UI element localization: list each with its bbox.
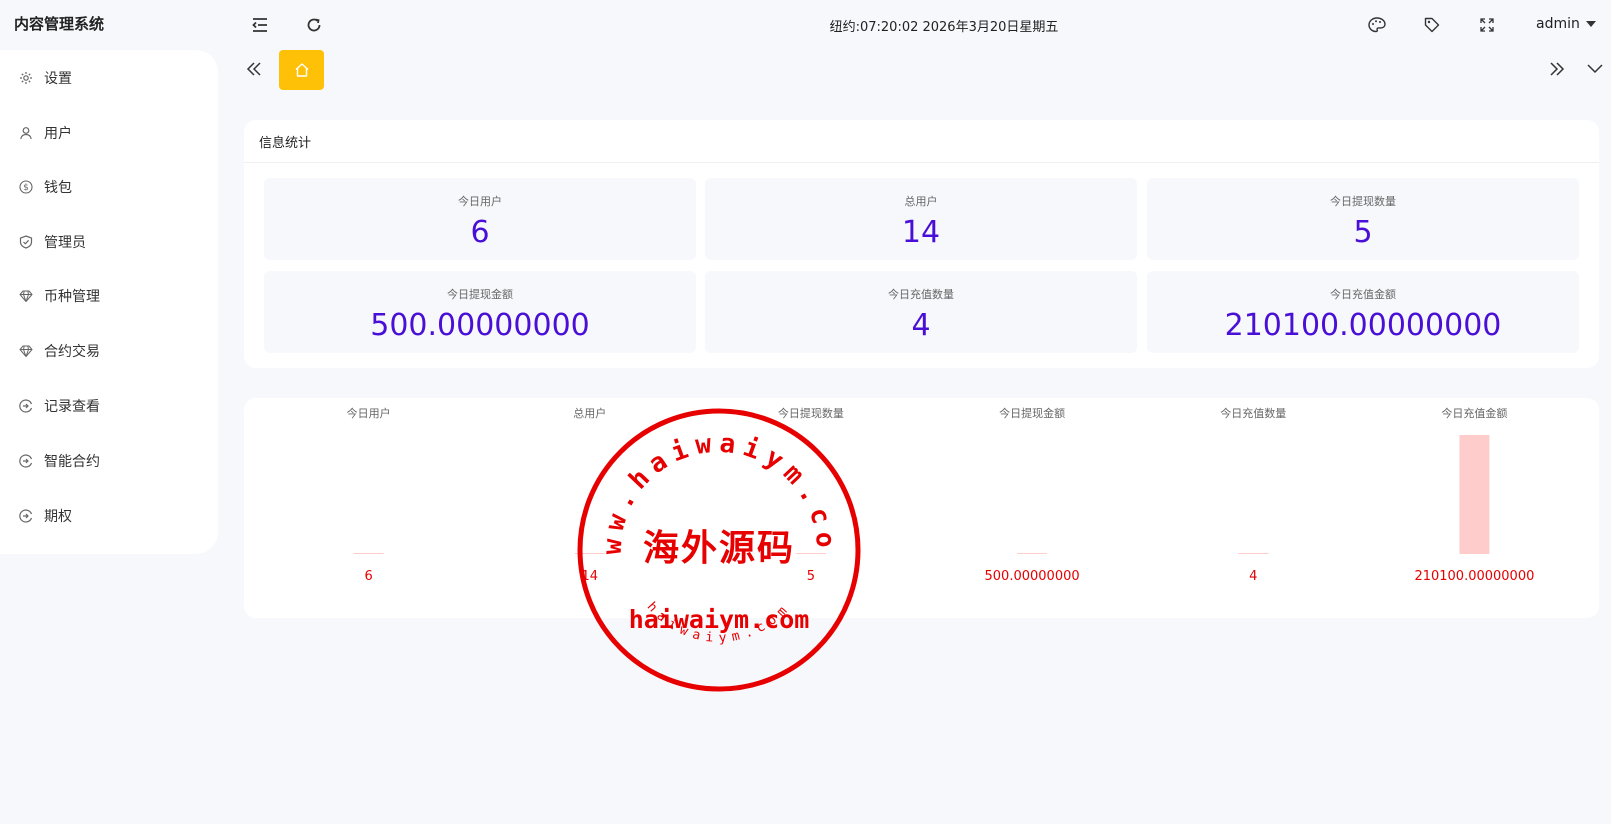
chart-bar: [1017, 553, 1048, 554]
stat-value: 14: [901, 215, 941, 250]
stat-value: 210100.00000000: [1224, 308, 1502, 343]
sidebar-item-contract-trade[interactable]: 合约交易: [0, 331, 218, 371]
chart-bar: [1238, 553, 1269, 554]
chart-category-label: 今日用户: [347, 406, 391, 420]
stat-label: 总用户: [904, 195, 938, 208]
sidebar-item-label: 用户: [44, 126, 72, 142]
tab-scroll-left-icon[interactable]: [243, 58, 265, 80]
sidebar-item-label: 合约交易: [44, 344, 100, 360]
home-icon: [295, 63, 308, 77]
stat-value: 5: [1353, 215, 1373, 250]
sidebar-item-label: 管理员: [44, 235, 86, 251]
sidebar-item-currency[interactable]: 币种管理: [0, 276, 218, 316]
svg-text:$: $: [23, 183, 29, 193]
stat-label: 今日充值数量: [888, 288, 954, 301]
stat-label: 今日用户: [458, 195, 502, 208]
sidebar-item-label: 智能合约: [44, 454, 100, 470]
shield-icon: [19, 235, 33, 249]
sidebar-item-settings[interactable]: 设置: [0, 58, 218, 98]
bar-chart: 今日用户6总用户14今日提现数量5今日提现金额500.00000000今日充值数…: [347, 406, 1535, 584]
tab-menu-chevron-down-icon[interactable]: [1584, 58, 1606, 80]
chart-card: 今日用户 6 总用户 14 今日提现数量 5 今日提现金额 500.00000000 今日充值数…: [244, 398, 1599, 618]
sidebar-item-label: 币种管理: [44, 289, 100, 305]
fullscreen-icon[interactable]: [1476, 14, 1498, 36]
sidebar-item-users[interactable]: 用户: [0, 113, 218, 153]
chart-value-label: 4: [1249, 569, 1257, 584]
chart-value-label: 6: [364, 569, 372, 584]
stat-today-withdraw-amount: 今日提现金额 500.00000000: [264, 271, 696, 353]
sidebar-item-admins[interactable]: 管理员: [0, 222, 218, 262]
sidebar-item-smart-contract[interactable]: 智能合约: [0, 441, 218, 481]
sidebar: 设置 用户 $ 钱包 管理员 币种管理 合约交易 记录查看 智能合约 期权: [0, 50, 218, 554]
sidebar-item-label: 记录查看: [44, 399, 100, 415]
stats-card: 信息统计 今日用户 6 总用户 14 今日提现数量 5 今日提现金额 500.0…: [244, 120, 1599, 368]
tab-home[interactable]: [279, 50, 324, 90]
sidebar-item-options[interactable]: 期权: [0, 496, 218, 536]
stat-today-recharge-amount: 今日充值金额 210100.00000000: [1147, 271, 1579, 353]
diamond-icon: [19, 344, 33, 358]
chart-category-label: 今日充值数量: [1220, 406, 1286, 420]
user-name: admin: [1536, 16, 1580, 32]
stat-value: 500.00000000: [370, 308, 590, 343]
record-icon: [19, 399, 33, 413]
record-icon: [19, 509, 33, 523]
chart-value-label: 210100.00000000: [1414, 569, 1534, 584]
chart-bar: [353, 553, 384, 554]
palette-icon[interactable]: [1366, 14, 1388, 36]
stamp-center-text: 海外源码: [643, 527, 795, 569]
stat-label: 今日提现金额: [447, 288, 513, 301]
stat-today-withdraw-count: 今日提现数量 5: [1147, 178, 1579, 260]
stat-value: 4: [911, 308, 931, 343]
tab-scroll-right-icon[interactable]: [1546, 58, 1568, 80]
divider: [244, 162, 1599, 163]
chart-category-label: 今日充值金额: [1441, 406, 1507, 420]
stat-label: 今日提现数量: [1330, 195, 1396, 208]
stat-label: 今日充值金额: [1330, 288, 1396, 301]
sidebar-item-records[interactable]: 记录查看: [0, 386, 218, 426]
sidebar-item-wallet[interactable]: $ 钱包: [0, 167, 218, 207]
gear-icon: [19, 71, 33, 85]
diamond-icon: [19, 289, 33, 303]
chart-value-label: 500.00000000: [985, 569, 1080, 584]
sidebar-item-label: 钱包: [44, 180, 72, 196]
chart-bar: [1459, 435, 1490, 554]
stat-today-recharge-count: 今日充值数量 4: [705, 271, 1137, 353]
stats-card-title: 信息统计: [259, 136, 312, 151]
sidebar-item-label: 设置: [44, 71, 72, 87]
watermark-stamp: www.haiwaiym.com 海外源码 haiwaiym.com haiwa…: [576, 407, 861, 692]
user-menu[interactable]: admin: [1536, 16, 1596, 32]
stat-value: 6: [470, 215, 490, 250]
dollar-icon: $: [19, 180, 33, 194]
user-icon: [19, 126, 33, 140]
chart-category-label: 今日提现金额: [999, 406, 1065, 420]
stat-total-users: 总用户 14: [705, 178, 1137, 260]
record-icon: [19, 454, 33, 468]
stat-today-users: 今日用户 6: [264, 178, 696, 260]
sidebar-item-label: 期权: [44, 509, 72, 525]
caret-down-icon: [1585, 21, 1596, 27]
tag-icon[interactable]: [1421, 14, 1443, 36]
